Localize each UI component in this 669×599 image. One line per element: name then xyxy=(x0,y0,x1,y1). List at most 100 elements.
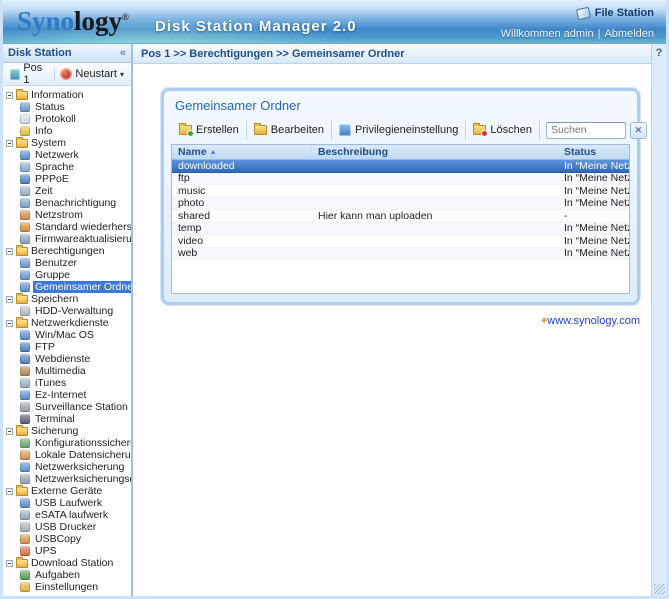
clear-search-button[interactable]: ✕ xyxy=(630,122,647,139)
collapse-box-icon[interactable] xyxy=(6,92,13,99)
tree-group-information[interactable]: Information xyxy=(6,89,131,101)
pos1-button[interactable]: Pos 1 xyxy=(7,65,51,84)
tree-item-protokoll[interactable]: Protokoll xyxy=(6,113,131,125)
tree-group-speichern[interactable]: Speichern xyxy=(6,293,131,305)
help-icon[interactable]: ? xyxy=(656,47,663,59)
tree-item-label: Gruppe xyxy=(33,269,72,281)
tree-item-zeit[interactable]: Zeit xyxy=(6,185,131,197)
tree-item-label: Terminal xyxy=(33,413,77,425)
tree-item-webdienste[interactable]: Webdienste xyxy=(6,353,131,365)
column-header-name[interactable]: Name ▲ xyxy=(172,145,312,159)
tree-item-standard-wiederherstellen[interactable]: Standard wiederherstellen xyxy=(6,221,131,233)
tree-item-netzwerksicherungsdienst[interactable]: Netzwerksicherungsdienst xyxy=(6,473,131,485)
tree-item-benachrichtigung[interactable]: Benachrichtigung xyxy=(6,197,131,209)
collapse-box-icon[interactable] xyxy=(6,296,13,303)
tree-item-label: HDD-Verwaltung xyxy=(33,305,115,317)
sidebar-collapse-icon[interactable]: « xyxy=(120,47,126,59)
folder-icon xyxy=(16,319,28,328)
tree-group-netzwerkdienste[interactable]: Netzwerkdienste xyxy=(6,317,131,329)
tree-item-label: Protokoll xyxy=(33,113,78,125)
netzstrom-icon xyxy=(20,210,30,220)
tree-item-gruppe[interactable]: Gruppe xyxy=(6,269,131,281)
tree-item-netzwerksicherung[interactable]: Netzwerksicherung xyxy=(6,461,131,473)
name-column-label: Name xyxy=(178,146,207,158)
tree-group-sicherung[interactable]: Sicherung xyxy=(6,425,131,437)
collapse-box-icon[interactable] xyxy=(6,560,13,567)
column-header-beschreibung[interactable]: Beschreibung xyxy=(312,145,558,159)
table-row[interactable]: webIn “Meine Netzwe xyxy=(172,248,629,261)
collapse-box-icon[interactable] xyxy=(6,488,13,495)
tree-item-ez-internet[interactable]: Ez-Internet xyxy=(6,389,131,401)
tree-group-system[interactable]: System xyxy=(6,137,131,149)
sprache-icon xyxy=(20,162,30,172)
cell-status: In “Meine Netzwe xyxy=(558,172,629,184)
welcome-text: Willkommen admin xyxy=(501,28,594,40)
tree-item-usb-laufwerk[interactable]: USB Laufwerk xyxy=(6,497,131,509)
tree-group-externe-geraete[interactable]: Externe Geräte xyxy=(6,485,131,497)
tree-item-label: Zeit xyxy=(33,185,55,197)
zeit-icon xyxy=(20,186,30,196)
bearbeiten-button[interactable]: Bearbeiten xyxy=(247,120,332,140)
collapse-box-icon[interactable] xyxy=(6,320,13,327)
synology-url[interactable]: www.synology.com xyxy=(547,315,640,327)
tree-item-sprache[interactable]: Sprache xyxy=(6,161,131,173)
neustart-button[interactable]: Neustart ▾ xyxy=(57,65,127,84)
sidebar-title: Disk Station xyxy=(8,47,72,59)
tree-item-pppoe[interactable]: PPPoE xyxy=(6,173,131,185)
tree-item-aufgaben[interactable]: Aufgaben xyxy=(6,569,131,581)
table-row[interactable]: downloadedIn “Meine Netzwe xyxy=(172,160,629,173)
tree-item-einstellungen[interactable]: Einstellungen xyxy=(6,581,131,593)
file-station-link[interactable]: File Station xyxy=(577,7,654,19)
table-row[interactable]: ftpIn “Meine Netzwe xyxy=(172,173,629,186)
tree-group-download-station[interactable]: Download Station xyxy=(6,557,131,569)
tree-item-netzwerk[interactable]: Netzwerk xyxy=(6,149,131,161)
tree-item-label: Einstellungen xyxy=(33,581,100,593)
tree-item-itunes[interactable]: iTunes xyxy=(6,377,131,389)
tree-item-lokale-datensicherung[interactable]: Lokale Datensicherung xyxy=(6,449,131,461)
table-row[interactable]: tempIn “Meine Netzwe xyxy=(172,223,629,236)
tree-item-label: Netzstrom xyxy=(33,209,85,221)
firmwareaktualisierung-icon xyxy=(20,234,30,244)
tree-item-surveillance-station[interactable]: Surveillance Station xyxy=(6,401,131,413)
pppoe-icon xyxy=(20,174,30,184)
collapse-box-icon[interactable] xyxy=(6,248,13,255)
tree-item-benutzer[interactable]: Benutzer xyxy=(6,257,131,269)
logout-link[interactable]: Abmelden xyxy=(604,28,654,40)
tree-item-label: Ez-Internet xyxy=(33,389,88,401)
usb-laufwerk-icon xyxy=(20,498,30,508)
tree-item-firmwareaktualisierung[interactable]: Firmwareaktualisierung xyxy=(6,233,131,245)
tree-item-usb-drucker[interactable]: USB Drucker xyxy=(6,521,131,533)
tree-item-netzstrom[interactable]: Netzstrom xyxy=(6,209,131,221)
tree-item-gemeinsamer-ordner[interactable]: Gemeinsamer Ordner xyxy=(6,281,131,293)
tree-item-terminal[interactable]: Terminal xyxy=(6,413,131,425)
table-row[interactable]: videoIn “Meine Netzwe xyxy=(172,235,629,248)
tree-item-esata-laufwerk[interactable]: eSATA laufwerk xyxy=(6,509,131,521)
tree-item-win-mac-os[interactable]: Win/Mac OS xyxy=(6,329,131,341)
collapse-box-icon[interactable] xyxy=(6,140,13,147)
resize-grip-icon[interactable] xyxy=(654,584,665,595)
synology-link[interactable]: +www.synology.com xyxy=(161,315,640,327)
erstellen-button[interactable]: Erstellen xyxy=(172,120,247,140)
search-input[interactable] xyxy=(546,122,626,139)
collapse-box-icon[interactable] xyxy=(6,428,13,435)
tree-item-usbcopy[interactable]: USBCopy xyxy=(6,533,131,545)
aufgaben-icon xyxy=(20,570,30,580)
tree-item-status[interactable]: Status xyxy=(6,101,131,113)
tree-item-info[interactable]: Info xyxy=(6,125,131,137)
privilegieneinstellung-button[interactable]: Privilegieneinstellung xyxy=(332,120,466,140)
table-row[interactable]: sharedHier kann man uploaden- xyxy=(172,210,629,223)
table-row[interactable]: photoIn “Meine Netzwe xyxy=(172,198,629,211)
tree-item-ups[interactable]: UPS xyxy=(6,545,131,557)
tree-item-hdd-verwaltung[interactable]: HDD-Verwaltung xyxy=(6,305,131,317)
tree-item-ftp[interactable]: FTP xyxy=(6,341,131,353)
tree-item-konfigurationssicherung[interactable]: Konfigurationssicherung xyxy=(6,437,131,449)
tree-item-multimedia[interactable]: Multimedia xyxy=(6,365,131,377)
table-row[interactable]: musicIn “Meine Netzwe xyxy=(172,185,629,198)
cell-name: video xyxy=(172,235,312,247)
folder-icon xyxy=(16,247,28,256)
tree-group-berechtigungen[interactable]: Berechtigungen xyxy=(6,245,131,257)
search-box: ✕ xyxy=(546,122,647,139)
cell-name: photo xyxy=(172,197,312,209)
column-header-status[interactable]: Status xyxy=(558,145,629,159)
loeschen-button[interactable]: Löschen xyxy=(466,120,540,140)
